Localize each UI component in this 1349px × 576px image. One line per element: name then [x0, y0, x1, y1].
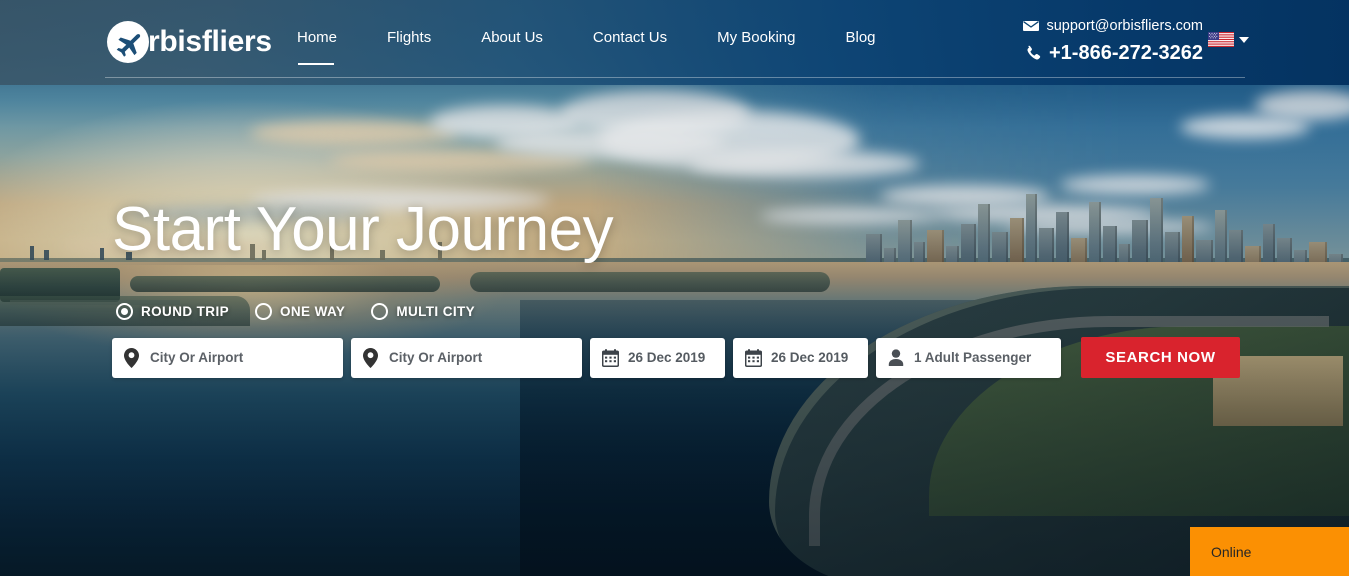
- chat-status-label: Online: [1211, 543, 1252, 560]
- page-root: rbisfliers Home Flights About Us Contact…: [0, 0, 1349, 576]
- support-email-text: support@orbisfliers.com: [1046, 18, 1203, 34]
- envelope-icon: [1023, 20, 1040, 32]
- destination-value: City Or Airport: [389, 350, 483, 365]
- depart-date-value: 26 Dec 2019: [628, 350, 706, 365]
- support-phone-text: +1-866-272-3262: [1048, 42, 1203, 64]
- origin-field[interactable]: City Or Airport: [112, 337, 343, 378]
- hero-background-image: [0, 0, 1349, 576]
- nav-item-home[interactable]: Home: [297, 28, 337, 65]
- trip-type-group: ROUND TRIP ONE WAY MULTI CITY: [116, 303, 501, 320]
- trip-type-round-trip-label: ROUND TRIP: [141, 304, 229, 319]
- trip-type-multi-city-label: MULTI CITY: [396, 304, 476, 319]
- us-flag-icon: [1208, 32, 1234, 47]
- map-pin-icon: [124, 347, 139, 368]
- map-pin-icon: [363, 347, 378, 368]
- search-now-button[interactable]: SEARCH NOW: [1081, 337, 1240, 378]
- hero-headline: Start Your Journey: [112, 195, 614, 264]
- calendar-icon: [745, 348, 762, 367]
- flight-search-form: City Or Airport City Or Airport 26 Dec 2…: [112, 337, 1240, 378]
- nav-item-my-booking[interactable]: My Booking: [717, 28, 795, 48]
- header-contact-info: support@orbisfliers.com +1-866-272-3262: [1023, 16, 1203, 67]
- return-date-value: 26 Dec 2019: [771, 350, 849, 365]
- brand-logo[interactable]: rbisfliers: [105, 19, 272, 65]
- nav-item-contact-us[interactable]: Contact Us: [593, 28, 667, 48]
- passengers-field[interactable]: 1 Adult Passenger: [876, 337, 1061, 378]
- nav-item-about-us[interactable]: About Us: [481, 28, 543, 48]
- brand-name: rbisfliers: [148, 25, 272, 58]
- site-header: rbisfliers Home Flights About Us Contact…: [0, 0, 1349, 85]
- depart-date-field[interactable]: 26 Dec 2019: [590, 337, 725, 378]
- trip-type-multi-city[interactable]: MULTI CITY: [371, 303, 475, 320]
- nav-item-flights[interactable]: Flights: [387, 28, 431, 48]
- support-email-row[interactable]: support@orbisfliers.com: [1023, 16, 1203, 36]
- header-divider: [105, 77, 1245, 78]
- destination-field[interactable]: City Or Airport: [351, 337, 582, 378]
- chevron-down-icon: [1239, 36, 1249, 43]
- radio-round-trip[interactable]: [116, 303, 133, 320]
- language-selector[interactable]: [1208, 32, 1249, 47]
- hero-overlay-shade: [0, 0, 1349, 576]
- chat-widget[interactable]: Online: [1190, 527, 1349, 576]
- calendar-icon: [602, 348, 619, 367]
- trip-type-one-way-label: ONE WAY: [280, 304, 346, 319]
- support-phone-row[interactable]: +1-866-272-3262: [1023, 39, 1203, 67]
- return-date-field[interactable]: 26 Dec 2019: [733, 337, 868, 378]
- person-icon: [888, 348, 904, 367]
- trip-type-round-trip[interactable]: ROUND TRIP: [116, 303, 229, 320]
- passengers-value: 1 Adult Passenger: [914, 350, 1032, 365]
- radio-one-way[interactable]: [255, 303, 272, 320]
- phone-icon: [1025, 45, 1042, 62]
- radio-multi-city[interactable]: [371, 303, 389, 320]
- origin-value: City Or Airport: [150, 350, 244, 365]
- main-navigation: Home Flights About Us Contact Us My Book…: [297, 28, 876, 65]
- trip-type-one-way[interactable]: ONE WAY: [255, 303, 345, 320]
- airplane-circle-logo-icon: [105, 19, 151, 65]
- nav-item-blog[interactable]: Blog: [845, 28, 875, 48]
